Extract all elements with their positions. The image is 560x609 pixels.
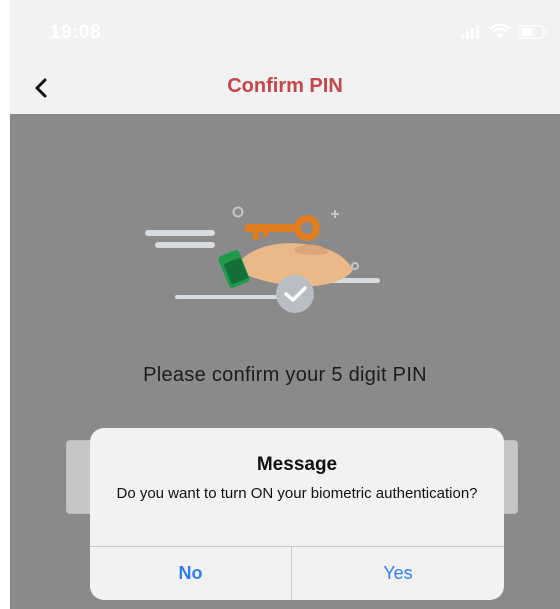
dialog-message: Do you want to turn ON your biometric au… [116,485,478,502]
phone-screen: 19:08 Confirm PIN Please confirm your 5 … [10,0,560,609]
nav-bar: Confirm PIN [10,62,560,114]
signal-icon [461,24,479,39]
dialog-title: Message [256,454,338,475]
no-button[interactable]: No [90,547,291,600]
key-hand-check-illustration [145,206,380,313]
status-bar: 19:08 [10,0,560,62]
wifi-icon [490,24,510,38]
biometric-alert-dialog: Message Do you want to turn ON your biom… [90,428,504,600]
yes-button[interactable]: Yes [292,547,504,600]
status-time: 19:08 [50,22,102,43]
status-icons [460,24,548,39]
pin-instruction: Please confirm your 5 digit PIN [143,364,427,386]
page-title: Confirm PIN [227,75,343,97]
battery-icon [518,24,547,39]
